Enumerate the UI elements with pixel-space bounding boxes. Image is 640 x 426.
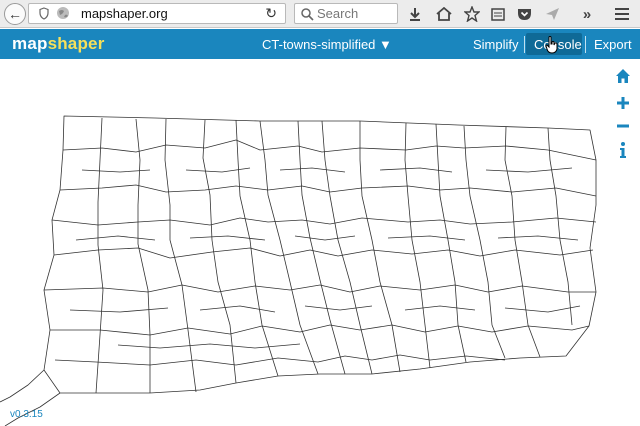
town-border (54, 354, 506, 366)
menu-divider (585, 36, 586, 53)
reading-list-icon[interactable] (488, 4, 508, 24)
url-text: mapshaper.org (81, 6, 168, 21)
simplify-button[interactable]: Simplify (473, 37, 519, 52)
town-border (75, 235, 156, 241)
town-border (43, 284, 596, 293)
town-border (59, 184, 597, 197)
town-border (69, 307, 169, 313)
overflow-icon[interactable]: » (577, 4, 597, 24)
town-border (259, 120, 319, 375)
search-input[interactable]: Search (294, 3, 398, 24)
town-border (294, 235, 356, 241)
map-area[interactable]: v0.3.15 (0, 59, 640, 426)
hand-cursor-icon (545, 36, 558, 54)
town-border (379, 167, 453, 173)
town-border (189, 235, 266, 241)
home-icon[interactable] (614, 67, 632, 85)
map-canvas[interactable] (0, 59, 640, 426)
app-logo: mapshaper (12, 34, 105, 54)
town-border (485, 167, 573, 173)
town-border (117, 343, 301, 349)
town-border (359, 121, 401, 373)
town-border (404, 122, 431, 369)
hamburger-menu-icon[interactable] (612, 4, 632, 24)
town-border (279, 167, 346, 173)
town-border (497, 235, 579, 241)
reload-icon[interactable]: ↻ (265, 5, 277, 22)
menu-divider (524, 36, 525, 53)
town-border (404, 305, 476, 311)
search-icon (301, 8, 314, 21)
town-border (387, 235, 466, 241)
back-icon: ← (8, 6, 22, 22)
town-border (95, 117, 104, 394)
town-border (547, 127, 573, 326)
version-label: v0.3.15 (10, 409, 43, 420)
globe-icon (57, 7, 69, 19)
town-border (53, 247, 594, 259)
town-border (164, 118, 197, 393)
back-button[interactable]: ← (4, 3, 26, 25)
town-border (304, 305, 373, 311)
search-placeholder: Search (317, 6, 359, 21)
town-border (135, 118, 151, 393)
town-border (504, 305, 581, 313)
state-outline (43, 115, 597, 394)
town-border (51, 217, 597, 226)
info-icon[interactable] (614, 141, 632, 159)
pocket-icon[interactable] (514, 4, 534, 24)
town-border (62, 139, 597, 161)
download-icon[interactable] (405, 4, 425, 24)
export-button[interactable]: Export (594, 37, 632, 52)
town-border (297, 120, 346, 375)
town-border (185, 167, 251, 173)
layer-selector[interactable]: CT-towns-simplified ▼ (262, 37, 392, 52)
home-icon[interactable] (434, 4, 454, 24)
zoom-out-icon[interactable] (614, 117, 632, 135)
town-border (463, 125, 506, 359)
app-header: mapshaper CT-towns-simplified ▼ Simplify… (0, 29, 640, 59)
town-border (199, 305, 276, 313)
shield-icon (39, 7, 49, 20)
logo-part-map: map (12, 34, 48, 53)
town-border (504, 126, 541, 358)
town-border (235, 119, 279, 377)
sw-border (0, 369, 45, 403)
browser-toolbar: ← mapshaper.org ↻ Search » (0, 0, 640, 28)
town-border (50, 324, 590, 336)
town-border (321, 120, 373, 375)
zoom-in-icon[interactable] (614, 94, 632, 112)
address-bar[interactable]: mapshaper.org ↻ (28, 3, 286, 24)
send-icon[interactable] (542, 4, 562, 24)
star-icon[interactable] (462, 4, 482, 24)
logo-part-shaper: shaper (47, 34, 105, 53)
